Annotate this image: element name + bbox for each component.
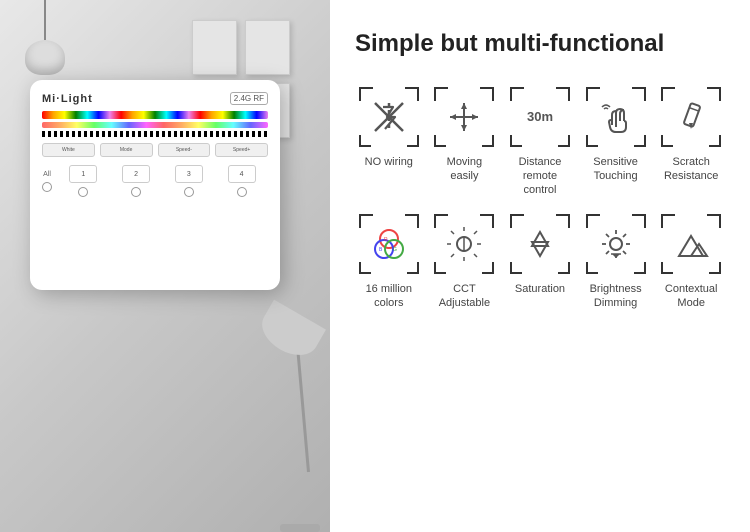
svg-text:G: G [393, 247, 397, 253]
svg-text:B: B [379, 247, 383, 253]
saturation-icon-box [510, 214, 570, 274]
contextual-icon-box [661, 214, 721, 274]
no-wiring-label: NO wiring [365, 155, 413, 169]
speed-up-btn[interactable]: Speed+ [215, 143, 268, 157]
feature-sensitive: SensitiveTouching [582, 87, 650, 198]
scratch-icon-box [661, 87, 721, 147]
feature-colors: R B G 16 millioncolors [355, 214, 423, 311]
cct-icon-box [434, 214, 494, 274]
brightness-icon-box [586, 214, 646, 274]
rf-badge: 2.4G RF [230, 92, 268, 105]
contextual-icon [673, 226, 709, 262]
colors-label: 16 millioncolors [366, 282, 412, 311]
cct-icon [446, 226, 482, 262]
floor-lamp [240, 312, 320, 532]
contextual-label: ContextualMode [665, 282, 718, 311]
feature-scratch: ScratchResistance [657, 87, 725, 198]
features-grid: NO wiring Movingeasily [355, 87, 725, 310]
white-btn[interactable]: White [42, 143, 95, 157]
brand-name: Mi·Light [42, 93, 93, 105]
feature-saturation: Saturation [506, 214, 574, 311]
feature-contextual: ContextualMode [657, 214, 725, 311]
feature-distance: 30m Distanceremote control [506, 87, 574, 198]
no-wiring-icon [371, 99, 407, 135]
color-bar-1 [42, 111, 268, 119]
scratch-icon [673, 99, 709, 135]
colors-icon-box: R B G [359, 214, 419, 274]
zones-row: All 1 2 3 [42, 165, 268, 197]
button-row: White Mode Speed- Speed+ [42, 143, 268, 157]
color-bar-2 [42, 122, 268, 128]
feature-no-wiring: NO wiring [355, 87, 423, 198]
mode-btn[interactable]: Mode [100, 143, 153, 157]
zone-2: 2 [110, 165, 163, 197]
zone-3: 3 [163, 165, 216, 197]
device-container: Mi·Light 2.4G RF White Mode Speed- Speed… [30, 80, 280, 300]
svg-text:30m: 30m [527, 109, 553, 124]
sensitive-icon [598, 99, 634, 135]
ceiling-lamp [20, 0, 70, 80]
moving-label: Movingeasily [447, 155, 482, 184]
section-title: Simple but multi-functional [355, 30, 725, 59]
zone-1: 1 [57, 165, 110, 197]
zone-all: All [42, 171, 52, 192]
colors-icon: R B G [371, 226, 407, 262]
mi-light-device: Mi·Light 2.4G RF White Mode Speed- Speed… [30, 80, 280, 290]
feature-moving-easily: Movingeasily [431, 87, 499, 198]
features-panel: Simple but multi-functional NO wiring [330, 0, 750, 532]
speed-down-btn[interactable]: Speed- [158, 143, 211, 157]
sensitive-icon-box [586, 87, 646, 147]
brightness-label: BrightnessDimming [590, 282, 642, 311]
sensitive-label: SensitiveTouching [593, 155, 638, 184]
no-wiring-icon-box [359, 87, 419, 147]
saturation-label: Saturation [515, 282, 565, 296]
product-image-panel: Mi·Light 2.4G RF White Mode Speed- Speed… [0, 0, 330, 532]
distance-icon: 30m [522, 99, 558, 135]
brightness-icon [598, 226, 634, 262]
zone-4: 4 [215, 165, 268, 197]
distance-icon-box: 30m [510, 87, 570, 147]
distance-label: Distanceremote control [506, 155, 574, 198]
black-bar [42, 131, 268, 137]
scratch-label: ScratchResistance [664, 155, 718, 184]
feature-cct: CCTAdjustable [431, 214, 499, 311]
saturation-icon [522, 226, 558, 262]
moving-icon-box [434, 87, 494, 147]
feature-brightness: BrightnessDimming [582, 214, 650, 311]
svg-text:R: R [384, 237, 388, 243]
cct-label: CCTAdjustable [439, 282, 490, 311]
moving-icon [446, 99, 482, 135]
